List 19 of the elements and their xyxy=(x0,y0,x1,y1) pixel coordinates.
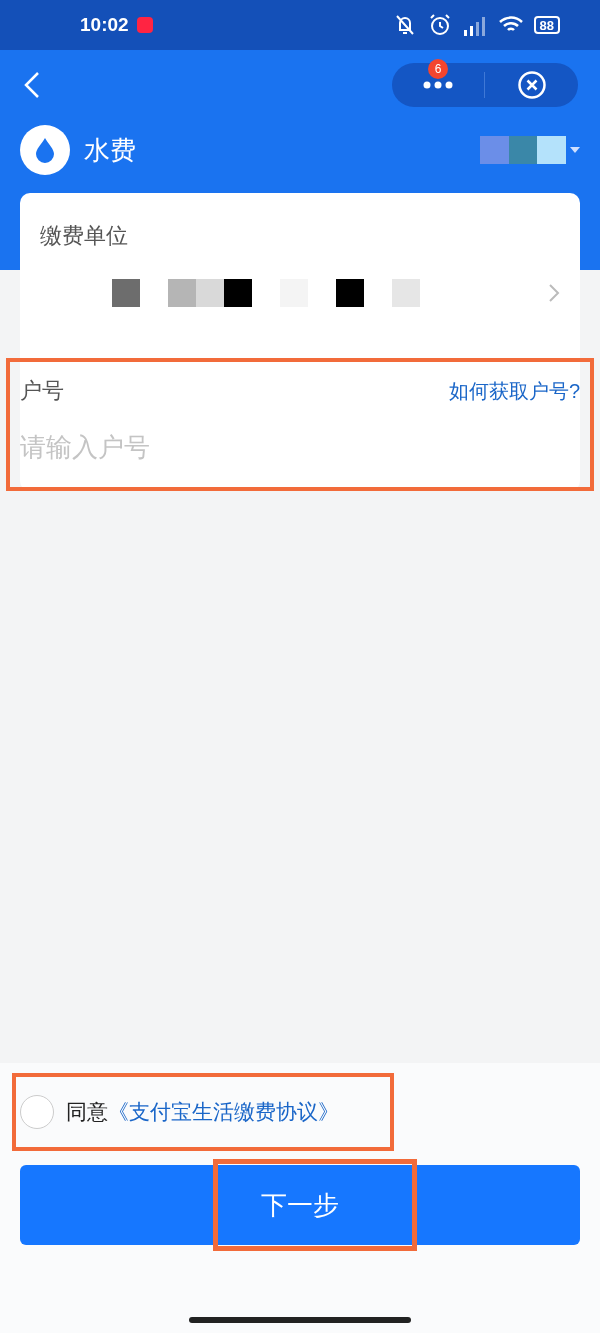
notification-badge: 6 xyxy=(428,59,448,79)
account-input-field[interactable]: 请输入户号 xyxy=(20,425,580,469)
page-title: 水费 xyxy=(84,133,136,167)
chevron-right-icon xyxy=(548,283,560,303)
agree-radio[interactable] xyxy=(20,1095,54,1129)
app-icon xyxy=(136,17,153,33)
close-icon xyxy=(516,70,547,100)
agreement-link[interactable]: 《支付宝生活缴费协议》 xyxy=(108,1096,339,1128)
signal-icon xyxy=(461,14,488,36)
unit-label: 缴费单位 xyxy=(40,223,128,248)
help-link[interactable]: 如何获取户号? xyxy=(448,375,580,406)
next-button[interactable]: 下一步 xyxy=(20,1165,580,1245)
battery-indicator: 88 xyxy=(533,16,560,34)
agree-label: 同意 xyxy=(66,1099,108,1126)
water-drop-icon xyxy=(35,137,55,163)
dropdown-caret-icon xyxy=(570,147,580,153)
more-icon xyxy=(423,81,453,89)
status-time: 10:02 xyxy=(80,12,129,37)
account-label: 户号 xyxy=(20,377,64,405)
